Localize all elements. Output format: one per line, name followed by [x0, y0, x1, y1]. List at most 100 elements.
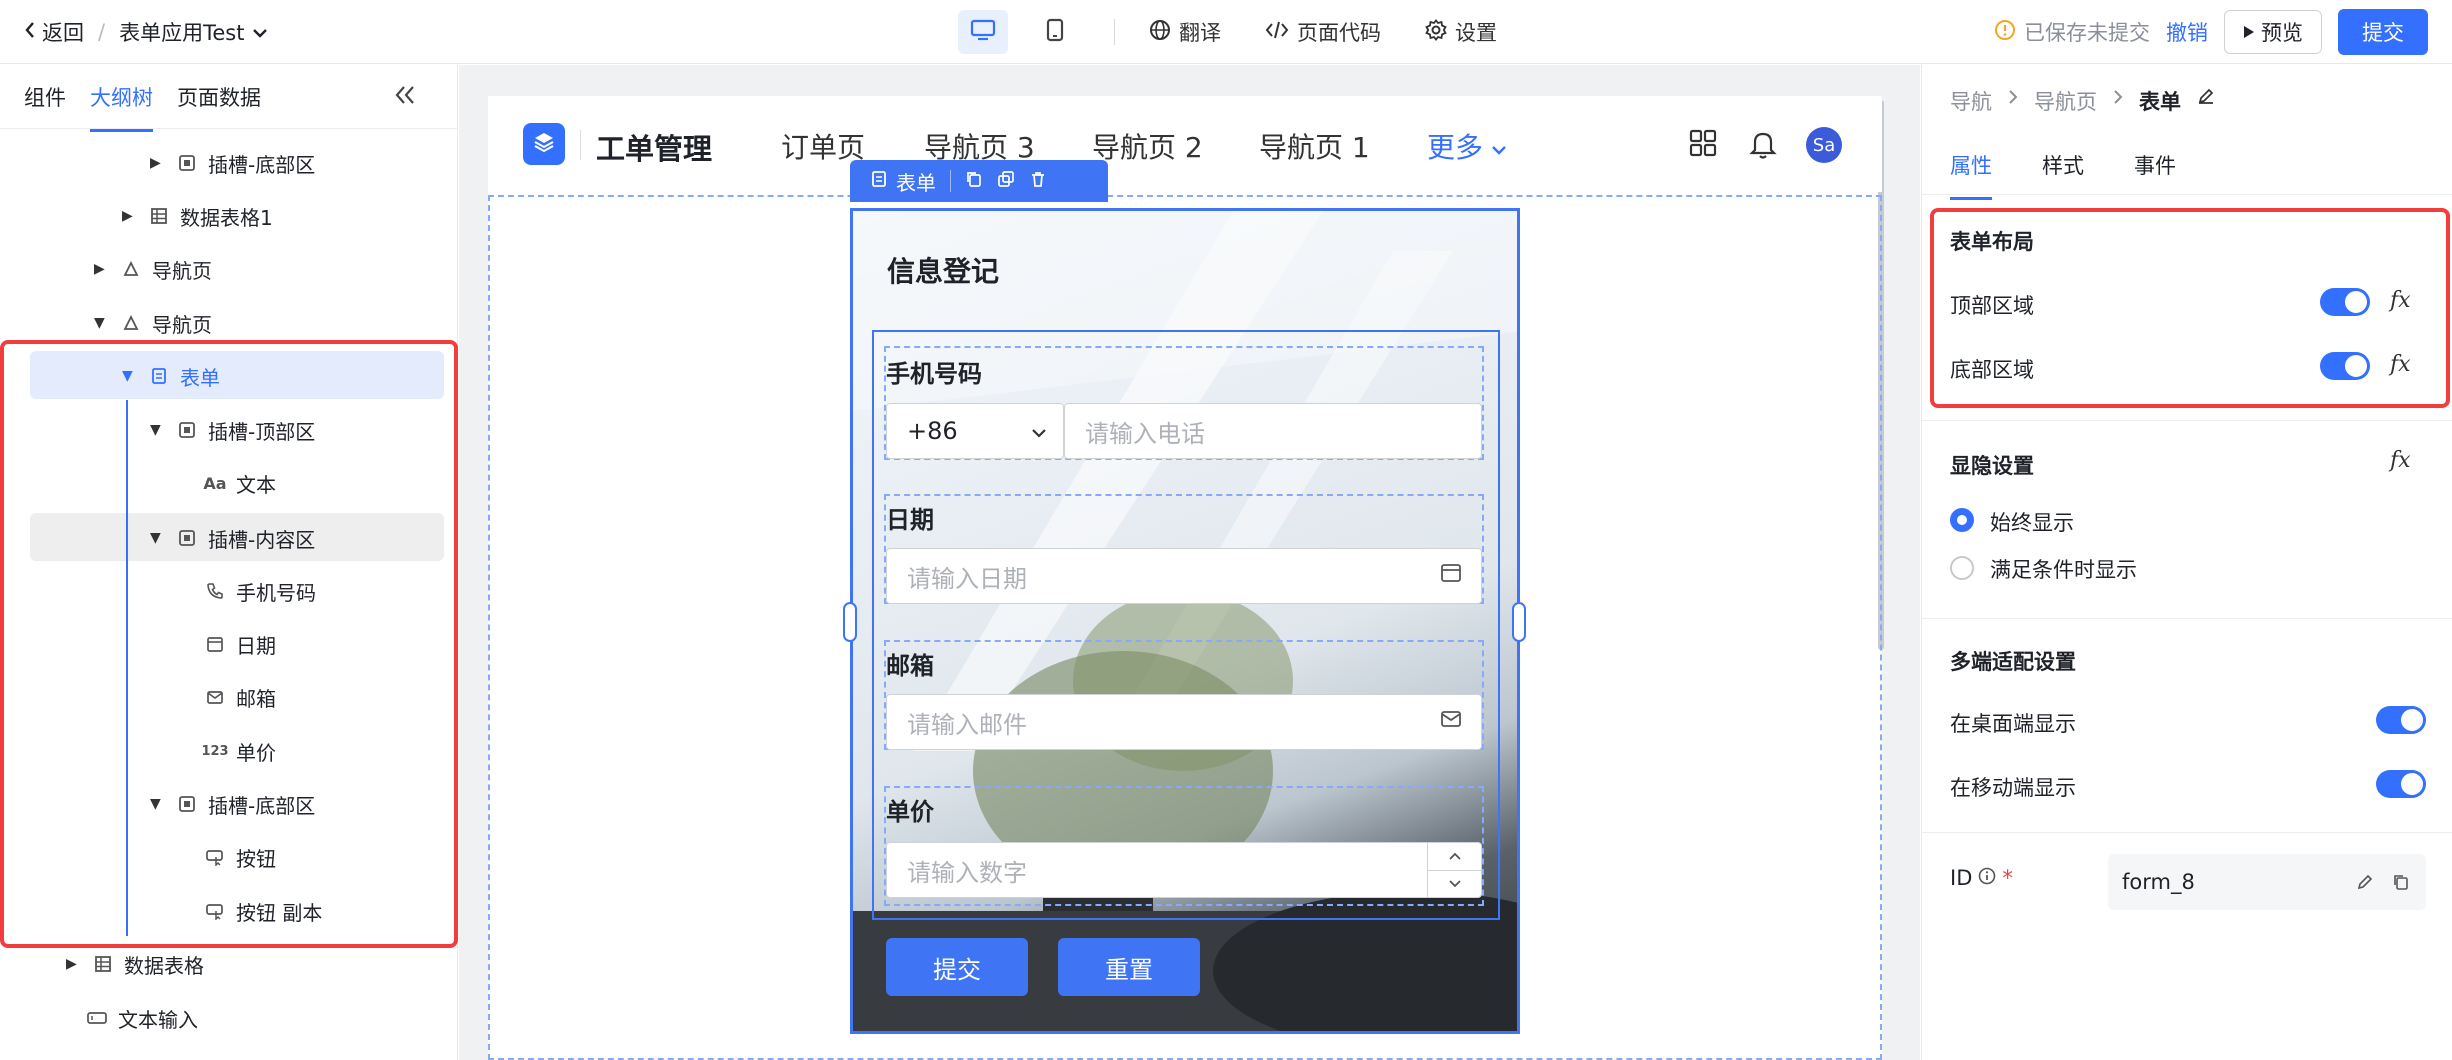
conditional-show-label: 满足条件时显示	[1990, 558, 2137, 582]
tree-item-text-input[interactable]: 文本输入	[86, 993, 198, 1043]
nav-item-nav-2[interactable]: 导航页 2	[1092, 126, 1203, 166]
submit-button[interactable]: 提交	[2338, 9, 2428, 55]
translate-button[interactable]: 翻译	[1149, 17, 1221, 47]
table-icon	[148, 207, 170, 225]
page-code-button[interactable]: 页面代码	[1265, 17, 1381, 47]
top-bar-left: 返回 / 表单应用Test	[24, 0, 268, 64]
form-component-tag[interactable]: 表单	[870, 167, 936, 196]
grid-icon[interactable]	[1688, 128, 1718, 162]
mobile-icon	[1046, 18, 1064, 47]
breadcrumb: 导航 导航页 表单	[1950, 86, 2215, 116]
stepper-up-icon[interactable]	[1428, 843, 1481, 871]
tree-item-label: 导航页	[152, 312, 212, 337]
bell-icon[interactable]	[1748, 128, 1778, 164]
table-icon	[92, 955, 114, 973]
radio-conditional-show[interactable]	[1950, 556, 1974, 580]
settings-button[interactable]: 设置	[1425, 17, 1497, 47]
form-reset-button[interactable]: 重置	[1058, 938, 1200, 996]
page-code-label: 页面代码	[1297, 21, 1381, 45]
nav-item-nav-1[interactable]: 导航页 1	[1259, 126, 1370, 166]
fx-icon[interactable]: fx	[2390, 448, 2411, 473]
resize-handle-right[interactable]	[1512, 602, 1526, 642]
radio-always-show[interactable]	[1950, 508, 1974, 532]
translate-label: 翻译	[1179, 21, 1221, 45]
copy-icon[interactable]	[965, 169, 983, 193]
price-input[interactable]: 请输入数字	[886, 842, 1482, 898]
copy-icon[interactable]	[2392, 872, 2410, 896]
tab-events[interactable]: 事件	[2134, 150, 2176, 180]
edit-icon[interactable]	[2197, 86, 2215, 116]
globe-icon	[1149, 19, 1171, 46]
tree-item-bottom-slot-1[interactable]: ▶ 插槽-底部区	[150, 138, 315, 188]
tab-styles[interactable]: 样式	[2042, 150, 2084, 180]
resize-handle-left[interactable]	[843, 602, 857, 642]
gear-icon	[1425, 18, 1447, 46]
always-show-label: 始终显示	[1990, 511, 2074, 535]
nav-more-label: 更多	[1427, 131, 1484, 164]
form-submit-button[interactable]: 提交	[886, 938, 1028, 996]
country-code-value: +86	[907, 417, 958, 445]
slot-icon	[176, 154, 198, 172]
caret-right-icon: ▶	[122, 208, 133, 224]
tree-item-label: 数据表格	[124, 953, 204, 978]
property-tabs: 属性 样式 事件	[1950, 150, 2176, 200]
avatar[interactable]: Sa	[1806, 127, 1842, 163]
warning-icon	[1994, 19, 2016, 46]
date-label: 日期	[886, 506, 934, 534]
tab-outline-tree[interactable]: 大纲树	[90, 82, 153, 132]
mobile-view-button[interactable]	[1030, 10, 1080, 54]
tree-item-data-table-1[interactable]: ▶ 数据表格1	[122, 191, 273, 241]
tab-properties[interactable]: 属性	[1950, 150, 1992, 200]
form-tag-label: 表单	[896, 170, 936, 195]
undo-button[interactable]: 撤销	[2166, 17, 2208, 47]
phone-input[interactable]: 请输入电话	[1064, 403, 1482, 459]
app-name-dropdown[interactable]: 表单应用Test	[119, 17, 268, 47]
divider	[1921, 194, 2452, 195]
id-input[interactable]: form_8	[2108, 854, 2426, 910]
email-placeholder: 请输入邮件	[907, 710, 1027, 739]
price-placeholder: 请输入数字	[907, 858, 1027, 887]
desktop-view-button[interactable]	[958, 10, 1008, 54]
save-status: 已保存未提交	[1994, 17, 2150, 47]
mobile-show-toggle[interactable]	[2376, 770, 2426, 798]
trash-icon[interactable]	[1029, 169, 1047, 193]
chevron-right-icon	[2008, 86, 2018, 116]
breadcrumb-item[interactable]: 导航页	[2034, 86, 2097, 116]
divider	[1921, 618, 2452, 619]
code-icon	[1265, 20, 1289, 45]
divider	[1114, 19, 1115, 45]
toolbar-divider	[950, 170, 951, 192]
id-field-label: ID *	[1950, 866, 2013, 890]
highlight-box-tree	[0, 340, 458, 948]
country-code-select[interactable]: +86	[886, 403, 1064, 459]
chevron-left-icon	[24, 20, 36, 44]
play-icon	[2243, 20, 2255, 44]
settings-label: 设置	[1455, 21, 1497, 45]
edit-icon[interactable]	[2356, 872, 2374, 896]
id-value: form_8	[2122, 870, 2195, 894]
tab-page-data[interactable]: 页面数据	[177, 82, 261, 112]
form-title: 信息登记	[887, 255, 1000, 288]
nav-item-more[interactable]: 更多	[1427, 126, 1507, 166]
tab-components[interactable]: 组件	[24, 82, 66, 112]
input-icon	[86, 1011, 108, 1025]
date-input[interactable]: 请输入日期	[886, 548, 1482, 604]
number-stepper[interactable]	[1427, 843, 1481, 897]
top-bar-center: 翻译 页面代码 设置	[958, 0, 1519, 64]
logo-divider	[580, 130, 581, 160]
tree-item-nav-page-1[interactable]: ▶ 导航页	[94, 244, 212, 294]
collapse-panel-icon[interactable]	[393, 83, 417, 113]
info-icon[interactable]	[1978, 866, 1996, 890]
stepper-down-icon[interactable]	[1428, 871, 1481, 898]
preview-label: 预览	[2261, 21, 2303, 45]
top-bar: 返回 / 表单应用Test 翻译 页面代码 设置 已保存未提交 撤销 预览 提交	[0, 0, 2452, 64]
preview-button[interactable]: 预览	[2224, 10, 2322, 54]
back-button[interactable]: 返回	[24, 17, 84, 47]
divider	[1921, 420, 2452, 421]
desktop-show-toggle[interactable]	[2376, 706, 2426, 734]
duplicate-icon[interactable]	[997, 169, 1015, 193]
form-icon	[870, 169, 888, 193]
email-input[interactable]: 请输入邮件	[886, 694, 1482, 750]
breadcrumb-item[interactable]: 导航	[1950, 86, 1992, 116]
top-bar-right: 已保存未提交 撤销 预览 提交	[1994, 0, 2428, 64]
